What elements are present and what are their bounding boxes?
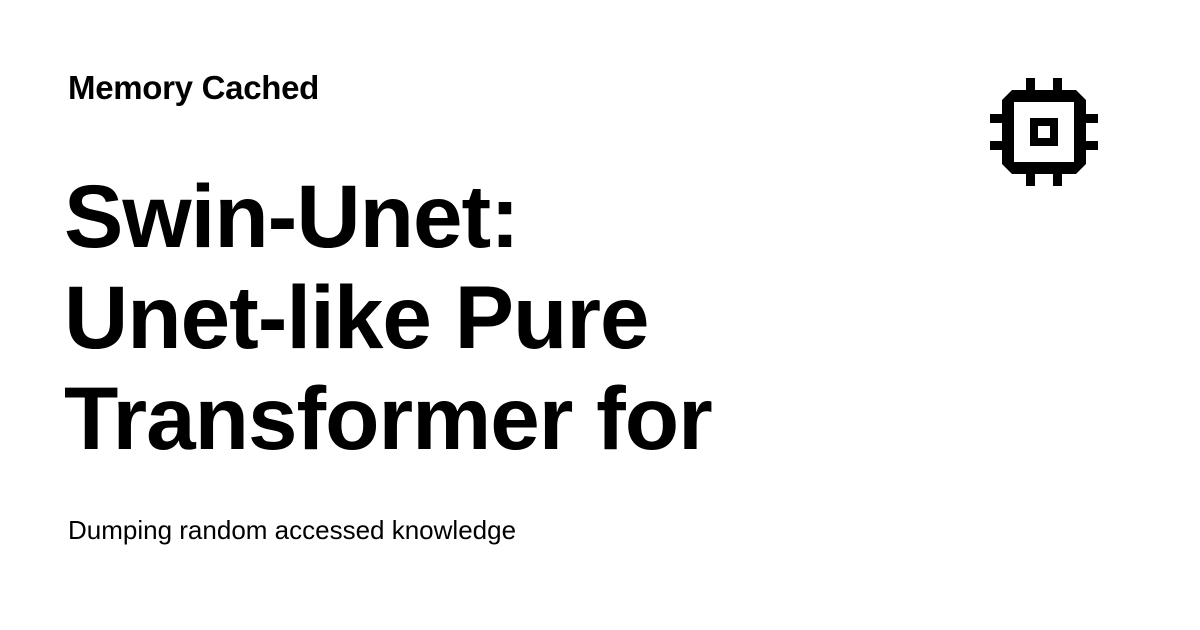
post-title-line: Unet-like Pure [64, 267, 649, 367]
site-tagline: Dumping random accessed knowledge [68, 515, 517, 545]
post-title-line: Transformer for [64, 368, 713, 468]
site-name: Memory Cached [68, 69, 320, 106]
post-title-line: Swin-Unet: [64, 166, 520, 266]
social-card: Memory Cached Swin-Unet: Unet-like Pure … [0, 0, 1200, 630]
post-title: Swin-Unet: Unet-like Pure Transformer fo… [64, 166, 844, 469]
cpu-chip-icon [988, 76, 1100, 188]
